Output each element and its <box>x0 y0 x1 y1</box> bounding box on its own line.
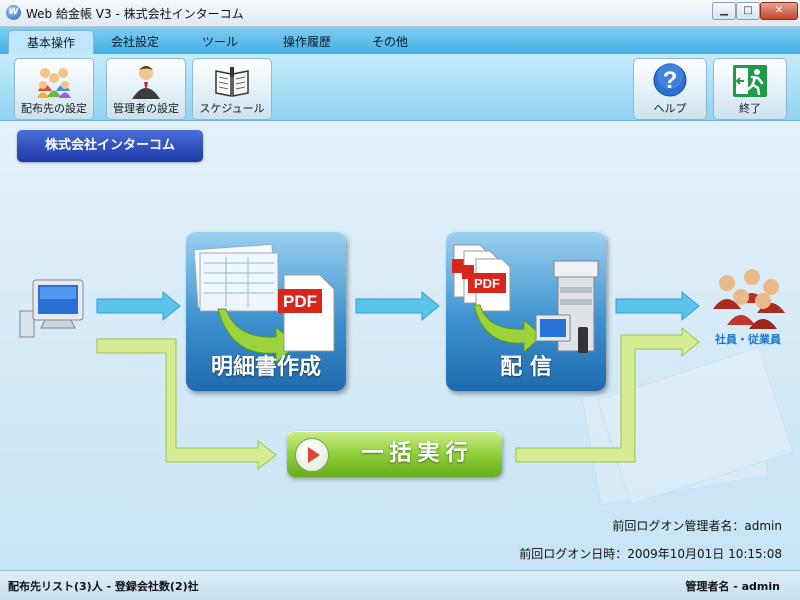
tab-other[interactable]: その他 <box>358 30 422 54</box>
book-icon <box>215 67 249 97</box>
workflow-connectors: 社員・従業員 <box>19 269 794 506</box>
status-distribution-summary: 配布先リスト(3)人 - 登録会社数(2)社 <box>8 580 199 593</box>
tab-operation-history[interactable]: 操作履歴 <box>270 30 344 54</box>
batch-execute-button[interactable]: 一括実行 <box>287 431 502 477</box>
pdf-badge-deliver: PDF <box>474 276 500 291</box>
deliver-tile[interactable]: PDF 配 信 <box>446 231 606 391</box>
pdf-badge: PDF <box>283 292 317 311</box>
create-statements-tile[interactable]: PDF 明細書作成 <box>186 231 346 391</box>
svg-text:?: ? <box>663 67 678 94</box>
toolbar: 配布先の設定 管理者の設定 スケジュール ? ヘルプ 終了 <box>0 54 800 121</box>
menu-tab-strip: 基本操作 会社設定 ツール 操作履歴 その他 <box>0 27 800 55</box>
emergency-exit-icon <box>733 65 767 97</box>
employees-icon <box>713 269 785 329</box>
batch-execute-label: 一括実行 <box>361 441 474 466</box>
computer-icon <box>19 279 84 338</box>
last-logon-admin: 前回ログオン管理者名：admin <box>612 519 782 533</box>
arrow-to-employees <box>615 290 700 322</box>
arrow-to-deliver <box>355 290 440 322</box>
help-button[interactable]: ? ヘルプ <box>633 58 707 120</box>
app-window: W Web 給金帳 V3 - 株式会社インターコム ▁ □ ✕ 基本操作 会社設… <box>0 0 800 600</box>
admin-settings-button[interactable]: 管理者の設定 <box>106 58 186 120</box>
employees-label: 社員・従業員 <box>714 332 781 346</box>
maximize-button[interactable]: □ <box>736 2 760 20</box>
help-question-icon: ? <box>653 63 687 97</box>
status-bar: 配布先リスト(3)人 - 登録会社数(2)社 管理者名 - admin <box>0 570 800 600</box>
window-title: Web 給金帳 V3 - 株式会社インターコム <box>26 7 244 21</box>
tab-basic-operations[interactable]: 基本操作 <box>8 30 94 55</box>
distribution-settings-label: 配布先の設定 <box>21 102 87 115</box>
help-label: ヘルプ <box>653 102 687 115</box>
admin-settings-label: 管理者の設定 <box>113 102 179 115</box>
main-panel: 株式会社インターコム 社員・従業員 PDF 明細書作成 PDF 配 信 一括実行… <box>0 121 800 570</box>
people-group-icon <box>37 68 71 98</box>
exit-button[interactable]: 終了 <box>713 58 787 120</box>
minimize-button[interactable]: ▁ <box>712 2 736 20</box>
tab-tools[interactable]: ツール <box>188 30 252 54</box>
app-logo-icon: W <box>6 5 21 20</box>
tab-company-settings[interactable]: 会社設定 <box>98 30 172 54</box>
deliver-label: 配 信 <box>500 355 552 380</box>
schedule-button[interactable]: スケジュール <box>192 58 272 120</box>
background-sheets-decoration <box>581 346 794 506</box>
close-button[interactable]: ✕ <box>760 2 798 20</box>
title-bar: W Web 給金帳 V3 - 株式会社インターコム ▁ □ ✕ <box>0 0 800 27</box>
arrow-to-create <box>96 290 181 322</box>
exit-label: 終了 <box>739 102 761 115</box>
administrator-icon <box>132 66 160 99</box>
status-admin-name: 管理者名 - admin <box>685 580 780 593</box>
create-statements-label: 明細書作成 <box>210 355 321 380</box>
distribution-settings-button[interactable]: 配布先の設定 <box>14 58 94 120</box>
schedule-label: スケジュール <box>199 102 265 115</box>
play-icon <box>295 438 329 472</box>
last-logon-datetime: 前回ログオン日時：2009年10月01日 10:15:08 <box>519 547 782 561</box>
